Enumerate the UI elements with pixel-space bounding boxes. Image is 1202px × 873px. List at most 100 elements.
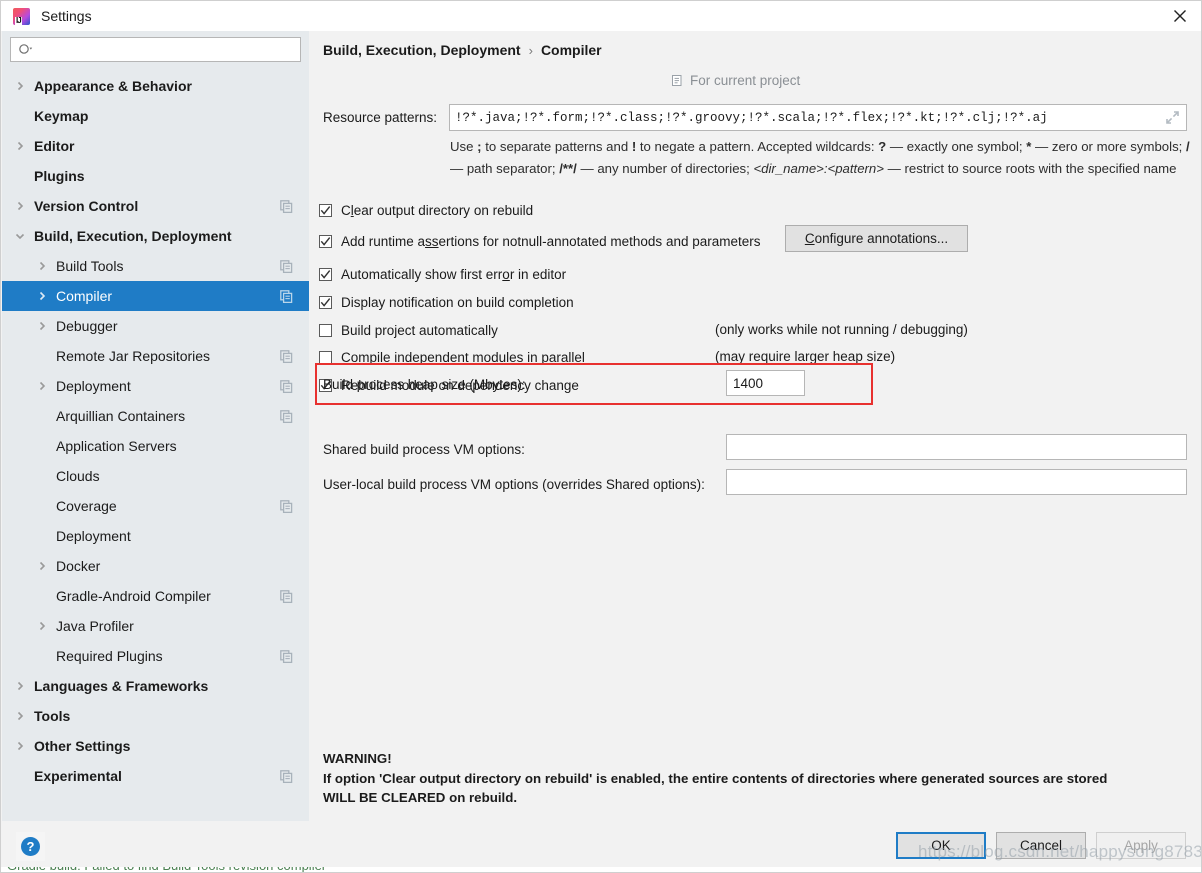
sidebar-item-clouds[interactable]: Clouds [2, 461, 309, 491]
checkbox-checked-icon[interactable] [319, 203, 332, 217]
sidebar-item-docker[interactable]: Docker [2, 551, 309, 581]
chevron-right-icon[interactable] [34, 318, 50, 334]
sidebar-item-editor[interactable]: Editor [2, 131, 309, 161]
help-part-7: — any number of directories; [576, 160, 754, 176]
settings-sidebar: Appearance & Behavior Keymap Editor Plugins… [2, 31, 309, 821]
checkbox-automatically-show-first-error[interactable]: Automatically show first error in editor [319, 264, 566, 284]
button-label: Apply [1124, 838, 1158, 853]
sidebar-item-debugger[interactable]: Debugger [2, 311, 309, 341]
sidebar-item-arquillian-containers[interactable]: Arquillian Containers [2, 401, 309, 431]
checkbox-clear-output-directory-on[interactable]: Clear output directory on rebuild [319, 200, 533, 220]
sidebar-item-label: Deployment [56, 378, 131, 394]
close-icon[interactable] [1157, 1, 1201, 31]
shared-vm-options-input[interactable] [726, 434, 1187, 460]
sidebar-item-other-settings[interactable]: Other Settings [2, 731, 309, 761]
sidebar-item-experimental[interactable]: Experimental [2, 761, 309, 791]
checkbox-label-post: ertions for notnull-annotated methods an… [438, 233, 761, 249]
sidebar-item-version-control[interactable]: Version Control [2, 191, 309, 221]
chevron-right-icon[interactable] [12, 198, 28, 214]
checkbox-unchecked-icon[interactable] [319, 323, 332, 337]
chevron-right-icon[interactable] [12, 78, 28, 94]
sidebar-item-label: Tools [34, 708, 71, 724]
checkbox-label-pre: Compile independent modules in parallel [341, 349, 585, 365]
help-question-icon[interactable]: ? [16, 832, 45, 861]
resource-patterns-label: Resource patterns: [323, 110, 438, 125]
button-label: Cancel [1019, 838, 1063, 853]
settings-dialog: Settings Appearance & Behavior Keymap Edit… [0, 0, 1202, 873]
compiler-settings-pane: Build, Execution, Deployment › Compiler … [309, 31, 1201, 821]
expand-diagonal-icon[interactable] [1162, 108, 1182, 128]
chevron-right-icon[interactable] [34, 558, 50, 574]
checkbox-checked-icon[interactable] [319, 234, 332, 248]
sidebar-item-label: Keymap [34, 108, 89, 124]
settings-tree[interactable]: Appearance & Behavior Keymap Editor Plugins… [2, 71, 309, 819]
project-scope-badge-icon [280, 379, 293, 393]
chevron-right-icon[interactable] [12, 678, 28, 694]
help-part-2: to separate patterns and [481, 139, 632, 154]
sidebar-item-build-tools[interactable]: Build Tools [2, 251, 309, 281]
search-input[interactable] [37, 38, 291, 61]
chevron-right-icon[interactable] [34, 618, 50, 634]
sidebar-item-plugins[interactable]: Plugins [2, 161, 309, 191]
project-scope-badge-icon [280, 649, 293, 663]
sidebar-item-label: Experimental [34, 768, 122, 784]
sidebar-item-tools[interactable]: Tools [2, 701, 309, 731]
sidebar-item-compiler[interactable]: Compiler [2, 281, 309, 311]
checkbox-display-notification-on-build[interactable]: Display notification on build completion [319, 292, 574, 312]
sidebar-item-build-execution-deployment[interactable]: Build, Execution, Deployment [2, 221, 309, 251]
heap-size-input[interactable] [726, 370, 805, 396]
sidebar-item-deployment[interactable]: Deployment [2, 371, 309, 401]
checkbox-side-note: (may require larger heap size) [715, 349, 896, 364]
chevron-down-icon[interactable] [12, 228, 28, 244]
project-scope-badge-icon [280, 589, 293, 603]
sidebar-item-appearance-behavior[interactable]: Appearance & Behavior [2, 71, 309, 101]
breadcrumb-separator-icon: › [528, 42, 533, 58]
sidebar-item-gradle-android-compiler[interactable]: Gradle-Android Compiler [2, 581, 309, 611]
configure-annotations-button[interactable]: Configure annotations... [785, 225, 968, 252]
checkbox-checked-icon[interactable] [319, 295, 332, 309]
sidebar-item-label: Java Profiler [56, 618, 134, 634]
checkbox-compile-independent-modules-in[interactable]: Compile independent modules in parallel [319, 347, 585, 367]
checkbox-checked-icon[interactable] [319, 267, 332, 281]
checkbox-label-pre: Display notification on build completion [341, 294, 574, 310]
checkbox-label-pre: Automatically show first err [341, 266, 503, 282]
chevron-right-icon[interactable] [34, 378, 50, 394]
sidebar-item-coverage[interactable]: Coverage [2, 491, 309, 521]
ok-button[interactable]: OK [896, 832, 986, 859]
sidebar-item-required-plugins[interactable]: Required Plugins [2, 641, 309, 671]
sidebar-item-application-servers[interactable]: Application Servers [2, 431, 309, 461]
sidebar-item-label: Build, Execution, Deployment [34, 228, 232, 244]
button-label: OK [931, 838, 951, 853]
chevron-right-icon[interactable] [12, 138, 28, 154]
project-scope-badge-icon [280, 259, 293, 273]
background-bleed: Gradle build: Failed to find Build Tools… [1, 867, 1201, 872]
sidebar-item-keymap[interactable]: Keymap [2, 101, 309, 131]
checkbox-label-post: r in editor [509, 266, 567, 282]
sidebar-item-remote-jar-repositories[interactable]: Remote Jar Repositories [2, 341, 309, 371]
checkbox-label: Automatically show first error in editor [341, 267, 566, 282]
help-slash-token: / [1185, 139, 1190, 154]
user-local-vm-options-input[interactable] [726, 469, 1187, 495]
sidebar-item-java-profiler[interactable]: Java Profiler [2, 611, 309, 641]
sidebar-item-label: Compiler [56, 288, 113, 304]
sidebar-item-deployment[interactable]: Deployment [2, 521, 309, 551]
chevron-right-icon[interactable] [34, 288, 50, 304]
checkbox-add-runtime-assertions-for[interactable]: Add runtime assertions for notnull-annot… [319, 231, 761, 251]
sidebar-item-label: Clouds [56, 468, 100, 484]
chevron-right-icon[interactable] [12, 738, 28, 754]
warning-line-3: WILL BE CLEARED on rebuild. [323, 790, 518, 805]
search-field[interactable] [10, 37, 301, 62]
chevron-right-icon[interactable] [12, 708, 28, 724]
dialog-footer: ? OK Cancel Apply [2, 821, 1201, 872]
sidebar-item-languages-frameworks[interactable]: Languages & Frameworks [2, 671, 309, 701]
sidebar-item-label: Application Servers [56, 438, 177, 454]
sidebar-item-label: Editor [34, 138, 75, 154]
checkbox-unchecked-icon[interactable] [319, 350, 332, 364]
project-scope-icon [671, 74, 684, 87]
checkbox-build-project-automatically[interactable]: Build project automatically [319, 320, 498, 340]
resource-patterns-field[interactable]: !?*.java;!?*.form;!?*.class;!?*.groovy;!… [449, 104, 1187, 131]
project-scope-badge-icon [280, 349, 293, 363]
breadcrumb-root[interactable]: Build, Execution, Deployment [323, 42, 521, 58]
chevron-right-icon[interactable] [34, 258, 50, 274]
cancel-button[interactable]: Cancel [996, 832, 1086, 859]
